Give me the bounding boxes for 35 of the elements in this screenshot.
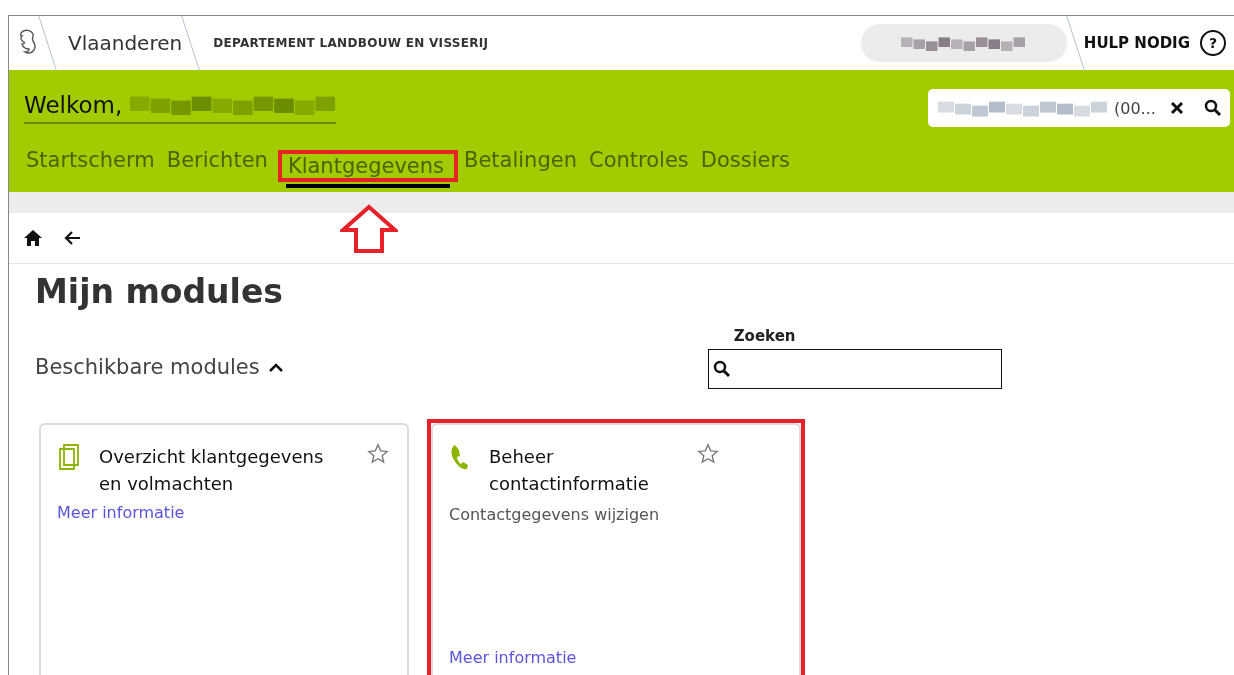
more-info-link[interactable]: Meer informatie — [57, 503, 393, 522]
phone-icon — [449, 443, 471, 471]
client-search-field[interactable]: (00... — [928, 89, 1230, 127]
module-search-field[interactable] — [707, 349, 1002, 389]
nav-tab[interactable]: Startscherm — [24, 144, 161, 182]
more-info-link[interactable]: Meer informatie — [449, 648, 785, 667]
section-toggle[interactable]: Beschikbare modules — [35, 355, 284, 379]
page-title: Mijn modules — [35, 272, 284, 311]
department-name: DEPARTEMENT LANDBOUW EN VISSERIJ — [213, 36, 489, 50]
welcome-text: Welkom, — [24, 92, 123, 118]
chevron-icon — [267, 362, 284, 372]
nav-tab[interactable]: Berichten — [164, 144, 274, 182]
nav-tab[interactable]: Betalingen — [462, 144, 583, 182]
nav-tab[interactable]: Controles — [586, 144, 695, 182]
module-card[interactable]: Beheer contactinformatie Contactgegevens wijzigen Meer informatie — [431, 423, 801, 675]
user-badge[interactable] — [860, 24, 1067, 62]
module-card[interactable]: Overzicht klantgegevens en volmachten Meer informatie — [39, 423, 409, 675]
search-icon[interactable] — [1204, 99, 1222, 117]
nav-tab[interactable]: Klantgegevens — [285, 150, 450, 188]
help-icon: ? — [1200, 30, 1226, 56]
brand-name[interactable]: Vlaanderen — [68, 31, 183, 55]
close-icon[interactable] — [1170, 101, 1184, 115]
help-link[interactable]: HULP NODIG ? — [1083, 30, 1226, 56]
search-icon — [712, 360, 731, 378]
search-label: Zoeken — [733, 327, 797, 345]
documents-icon — [57, 443, 81, 471]
arrow-annotation — [339, 204, 398, 254]
star-icon[interactable] — [697, 443, 719, 465]
nav-tab[interactable]: Dossiers — [698, 144, 796, 182]
back-arrow-icon[interactable] — [63, 230, 81, 246]
module-title: Beheer contactinformatie — [489, 445, 650, 496]
module-title: Overzicht klantgegevens en volmachten — [99, 445, 325, 496]
module-description: Contactgegevens wijzigen — [449, 505, 661, 524]
home-icon[interactable] — [23, 229, 43, 247]
star-icon[interactable] — [367, 443, 389, 465]
